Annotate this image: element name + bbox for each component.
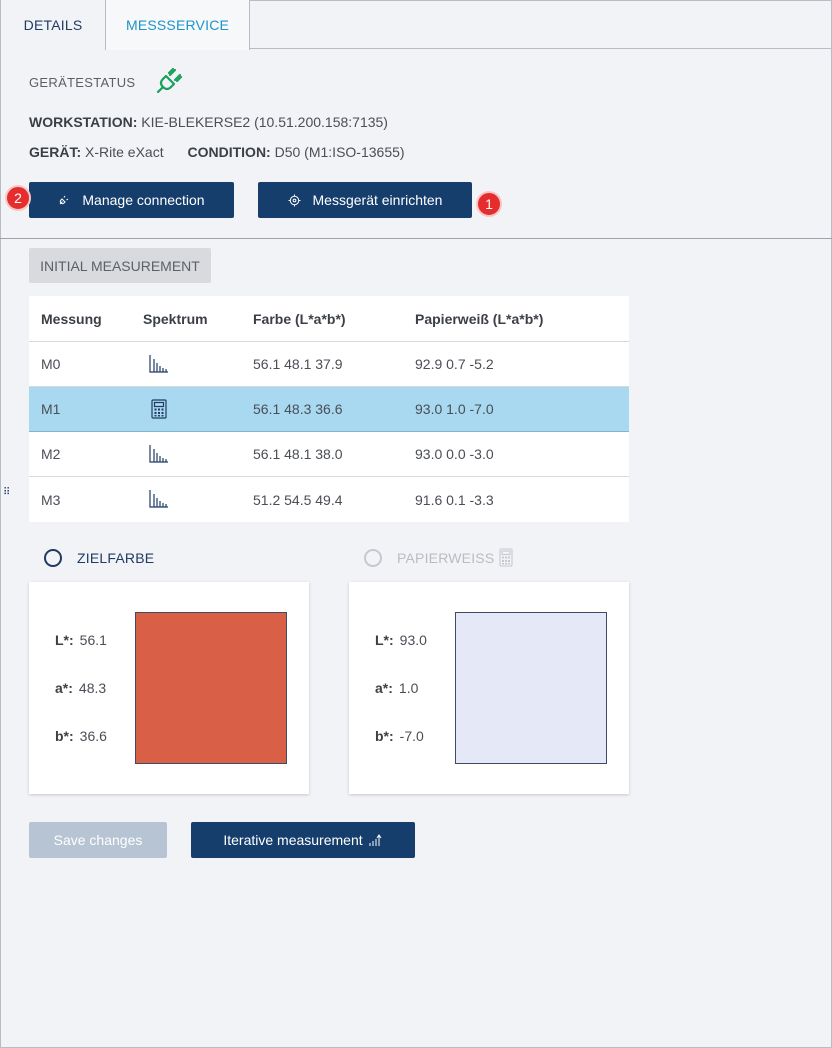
workstation-value: KIE-BLEKERSE2 (10.51.200.158:7135): [141, 114, 388, 130]
target-color-label[interactable]: ZIELFARBE: [77, 550, 154, 566]
tab-messservice[interactable]: MESSSERVICE: [105, 0, 250, 50]
condition-value: D50 (M1:ISO-13655): [274, 144, 405, 160]
target-color-card: L*: 56.1 a*: 48.3 b*: 36.6: [29, 582, 309, 794]
device-status-label: GERÄTESTATUS: [29, 75, 136, 90]
manage-connection-label: Manage connection: [82, 192, 205, 208]
row-papierweiss: 91.6 0.1 -3.3: [415, 491, 494, 508]
initial-measurement-chip[interactable]: INITIAL MEASUREMENT: [29, 248, 211, 283]
row-messung: M1: [41, 401, 61, 417]
target-l-value: L*: 56.1: [55, 632, 107, 648]
row-messung: M3: [41, 491, 61, 508]
plug-connected-icon: [156, 67, 183, 94]
calculator-icon[interactable]: [151, 399, 167, 419]
spectrum-chart-icon[interactable]: [149, 355, 169, 373]
workstation-info: WORKSTATION: KIE-BLEKERSE2 (10.51.200.15…: [29, 114, 388, 130]
row-papierweiss: 93.0 0.0 -3.0: [415, 446, 494, 462]
paper-white-swatch: [455, 612, 607, 764]
condition-label: CONDITION:: [187, 144, 271, 160]
header-spektrum: Spektrum: [143, 310, 208, 327]
device-value: X-Rite eXact: [85, 144, 164, 160]
target-color-swatch: [135, 612, 287, 764]
paper-l-value: L*: 93.0: [375, 632, 427, 648]
device-label: GERÄT:: [29, 144, 82, 160]
paper-white-label[interactable]: PAPIERWEISS: [397, 550, 494, 566]
step-badge-1: 1: [476, 191, 502, 217]
spectrum-chart-icon[interactable]: [149, 445, 169, 463]
header-messung: Messung: [41, 310, 102, 327]
manage-connection-button[interactable]: Manage connection: [29, 182, 234, 218]
workstation-label: WORKSTATION:: [29, 114, 138, 130]
target-a-value: a*: 48.3: [55, 680, 107, 696]
row-farbe: 56.1 48.1 38.0: [253, 446, 343, 462]
paper-white-radio[interactable]: [364, 549, 382, 567]
row-papierweiss: 92.9 0.7 -5.2: [415, 356, 494, 372]
iterative-chart-icon: [369, 834, 382, 846]
table-row-selected[interactable]: M1 56.1 48.3 36.6 93.0 1.0 -7.0: [29, 387, 629, 432]
paper-b-value: b*: -7.0: [375, 728, 424, 744]
target-color-radio[interactable]: [44, 549, 62, 567]
paper-white-card: L*: 93.0 a*: 1.0 b*: -7.0: [349, 582, 629, 794]
paper-a-value: a*: 1.0: [375, 680, 419, 696]
tab-bar: DETAILS MESSSERVICE: [0, 0, 832, 50]
iterative-measurement-label: Iterative measurement: [223, 832, 363, 848]
row-messung: M0: [41, 356, 61, 372]
spectrum-chart-icon[interactable]: [149, 490, 169, 508]
table-row[interactable]: M0 56.1 48.1 37.9 92.9 0.7 -5.2: [29, 342, 629, 387]
section-divider: [0, 238, 832, 239]
table-row[interactable]: M2 56.1 48.1 38.0 93.0 0.0 -3.0: [29, 432, 629, 477]
row-messung: M2: [41, 446, 61, 462]
iterative-measurement-button[interactable]: Iterative measurement: [191, 822, 415, 858]
drag-handle-icon[interactable]: ⠿: [3, 488, 10, 498]
save-changes-button[interactable]: Save changes: [29, 822, 167, 858]
row-farbe: 56.1 48.1 37.9: [253, 356, 343, 372]
tab-details[interactable]: DETAILS: [1, 0, 105, 49]
step-badge-2: 2: [5, 185, 31, 211]
setup-device-button[interactable]: Messgerät einrichten: [258, 182, 472, 218]
row-farbe: 51.2 54.5 49.4: [253, 491, 343, 508]
setup-device-label: Messgerät einrichten: [312, 192, 443, 208]
header-farbe: Farbe (L*a*b*): [253, 310, 346, 327]
row-papierweiss: 93.0 1.0 -7.0: [415, 401, 494, 417]
table-row[interactable]: M3 51.2 54.5 49.4 91.6 0.1 -3.3: [29, 477, 629, 522]
header-papierweiss: Papierweiß (L*a*b*): [415, 310, 544, 327]
target-b-value: b*: 36.6: [55, 728, 107, 744]
measurement-table: Messung Spektrum Farbe (L*a*b*) Papierwe…: [29, 296, 629, 522]
table-header-row: Messung Spektrum Farbe (L*a*b*) Papierwe…: [29, 296, 629, 342]
calculator-icon: [499, 548, 513, 567]
device-info: GERÄT: X-Rite eXact CONDITION: D50 (M1:I…: [29, 144, 405, 160]
row-farbe: 56.1 48.3 36.6: [253, 401, 343, 417]
plug-icon: [60, 195, 69, 205]
settings-gear-icon: [288, 194, 301, 206]
